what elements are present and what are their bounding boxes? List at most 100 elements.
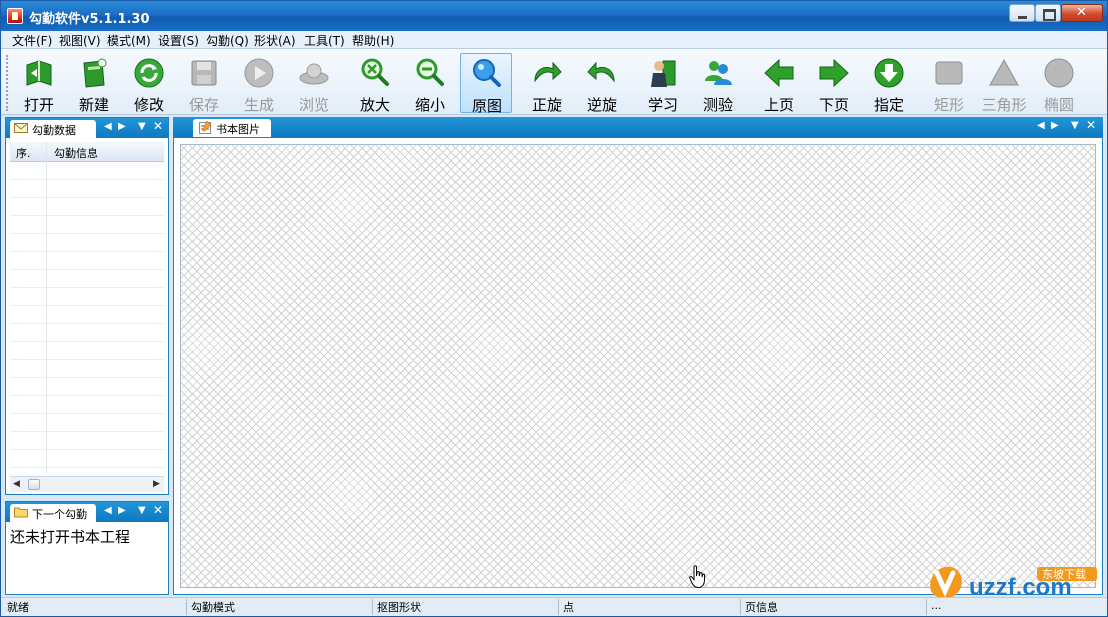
browse-label: 浏览 xyxy=(298,96,329,114)
menu-tools[interactable]: 工具(T) xyxy=(301,32,348,49)
rotate-cw-button[interactable]: 正旋 xyxy=(521,53,573,114)
rectangle-button[interactable]: 矩形 xyxy=(923,53,975,114)
next-page-label: 下页 xyxy=(818,96,849,114)
rectangle-icon xyxy=(935,61,963,85)
dropdown-icon[interactable]: ▼ xyxy=(138,121,146,132)
close-icon[interactable]: ✕ xyxy=(153,119,163,133)
close-icon[interactable]: ✕ xyxy=(153,503,163,517)
title-bar[interactable]: 勾勤软件v5.1.1.30 xyxy=(1,1,1107,31)
rotate-cw-label: 正旋 xyxy=(531,96,562,114)
original-size-label: 原图 xyxy=(471,97,502,115)
new-button[interactable]: 新建 xyxy=(68,53,120,114)
ellipse-icon xyxy=(1044,58,1074,88)
horizontal-scrollbar[interactable]: ◀ ▶ xyxy=(10,476,164,492)
open-book-icon xyxy=(26,60,52,86)
app-logo-icon xyxy=(7,8,23,24)
tab-book-image[interactable]: 书本图片 xyxy=(193,119,271,137)
no-project-message: 还未打开书本工程 xyxy=(10,528,131,546)
learn-button[interactable]: 学习 xyxy=(637,53,689,114)
panel-tab-bar: 勾勤数据 ◀ ▶ ▼ ✕ xyxy=(6,118,168,138)
watermark-tag: 东坡下载 xyxy=(1042,568,1086,581)
open-label: 打开 xyxy=(23,96,54,114)
open-button[interactable]: 打开 xyxy=(13,53,65,114)
status-point: 点 xyxy=(559,599,741,615)
notepad-icon xyxy=(199,121,211,134)
minimize-button[interactable] xyxy=(1009,4,1035,22)
tab-next-gouqin[interactable]: 下一个勾勤 xyxy=(10,504,96,522)
menu-shape[interactable]: 形状(A) xyxy=(251,32,299,49)
panel-tab-bar: 下一个勾勤 ◀ ▶ ▼ ✕ xyxy=(6,502,168,522)
scroll-right-icon[interactable]: ▶ xyxy=(118,121,126,132)
status-page-info: 页信息 xyxy=(741,599,927,615)
rectangle-label: 矩形 xyxy=(933,96,964,114)
dropdown-icon[interactable]: ▼ xyxy=(1071,120,1079,131)
modify-button[interactable]: 修改 xyxy=(123,53,175,114)
original-size-button[interactable]: 原图 xyxy=(460,53,512,115)
generate-button[interactable]: 生成 xyxy=(233,53,285,114)
window-title: 勾勤软件v5.1.1.30 xyxy=(29,12,150,27)
zoom-in-label: 放大 xyxy=(359,96,390,114)
zoom-out-button[interactable]: 缩小 xyxy=(404,53,456,114)
browse-button[interactable]: 浏览 xyxy=(288,53,340,114)
menu-gouqin[interactable]: 勾勤(Q) xyxy=(203,32,252,49)
specify-label: 指定 xyxy=(873,96,904,114)
new-book-icon xyxy=(83,58,107,88)
status-cutout-shape: 抠图形状 xyxy=(373,599,559,615)
column-divider xyxy=(46,142,47,474)
next-page-button[interactable]: 下页 xyxy=(808,53,860,114)
arrow-left-icon xyxy=(764,58,794,88)
new-label: 新建 xyxy=(78,96,109,114)
menu-view[interactable]: 视图(V) xyxy=(56,32,104,49)
scroll-right-icon[interactable]: ▶ xyxy=(1051,120,1059,131)
zoom-out-label: 缩小 xyxy=(414,96,445,114)
menu-settings[interactable]: 设置(S) xyxy=(155,32,202,49)
browse-saucer-icon xyxy=(299,63,329,85)
learn-label: 学习 xyxy=(647,96,678,114)
arrow-right-icon xyxy=(819,58,849,88)
triangle-label: 三角形 xyxy=(981,96,1027,114)
status-extra: ... xyxy=(931,599,942,612)
floppy-save-icon xyxy=(191,60,217,86)
tab-label: 下一个勾勤 xyxy=(32,508,87,521)
column-info[interactable]: 勾勤信息 xyxy=(54,145,98,161)
prev-page-button[interactable]: 上页 xyxy=(753,53,805,114)
rotate-clockwise-icon xyxy=(534,61,562,83)
triangle-icon xyxy=(989,58,1019,86)
zoom-in-icon xyxy=(361,58,389,86)
menu-file[interactable]: 文件(F) xyxy=(9,32,55,49)
scroll-right-arrow-icon[interactable]: ▶ xyxy=(153,479,160,489)
close-icon[interactable]: ✕ xyxy=(1086,118,1096,132)
data-grid[interactable] xyxy=(10,162,164,474)
column-seq[interactable]: 序. xyxy=(16,145,31,161)
scroll-left-icon[interactable]: ◀ xyxy=(104,121,112,132)
specify-button[interactable]: 指定 xyxy=(863,53,915,114)
folder-icon xyxy=(14,507,28,518)
scroll-right-icon[interactable]: ▶ xyxy=(118,505,126,516)
menu-help[interactable]: 帮助(H) xyxy=(349,32,397,49)
ellipse-button[interactable]: 椭圆 xyxy=(1033,53,1085,114)
generate-play-icon xyxy=(244,58,274,88)
next-gouqin-panel: 下一个勾勤 ◀ ▶ ▼ ✕ 还未打开书本工程 xyxy=(5,501,169,595)
close-button[interactable] xyxy=(1061,4,1103,22)
test-button[interactable]: 测验 xyxy=(692,53,744,114)
menu-bar: 文件(F) 视图(V) 模式(M) 设置(S) 勾勤(Q) 形状(A) 工具(T… xyxy=(1,31,1107,49)
maximize-button[interactable] xyxy=(1035,4,1061,22)
menu-mode[interactable]: 模式(M) xyxy=(104,32,154,49)
tab-gouqin-data[interactable]: 勾勤数据 xyxy=(10,120,96,138)
zoom-in-button[interactable]: 放大 xyxy=(349,53,401,114)
dropdown-icon[interactable]: ▼ xyxy=(138,505,146,516)
toolbar-grip[interactable] xyxy=(6,55,10,111)
rotate-ccw-button[interactable]: 逆旋 xyxy=(576,53,628,114)
scroll-left-icon[interactable]: ◀ xyxy=(1037,120,1045,131)
image-canvas[interactable] xyxy=(180,144,1096,588)
triangle-button[interactable]: 三角形 xyxy=(978,53,1030,114)
main-toolbar: 打开 新建 修改 保存 生成 浏览 放大 缩小 原图 正旋 逆旋 学习 测验 上… xyxy=(1,49,1107,115)
learn-person-icon xyxy=(651,60,676,87)
book-image-panel xyxy=(173,137,1103,595)
arrow-down-circle-icon xyxy=(874,58,904,88)
save-button[interactable]: 保存 xyxy=(178,53,230,114)
scroll-thumb[interactable] xyxy=(28,479,40,490)
ellipse-label: 椭圆 xyxy=(1043,96,1074,114)
scroll-left-icon[interactable]: ◀ xyxy=(104,505,112,516)
scroll-left-arrow-icon[interactable]: ◀ xyxy=(13,479,20,489)
